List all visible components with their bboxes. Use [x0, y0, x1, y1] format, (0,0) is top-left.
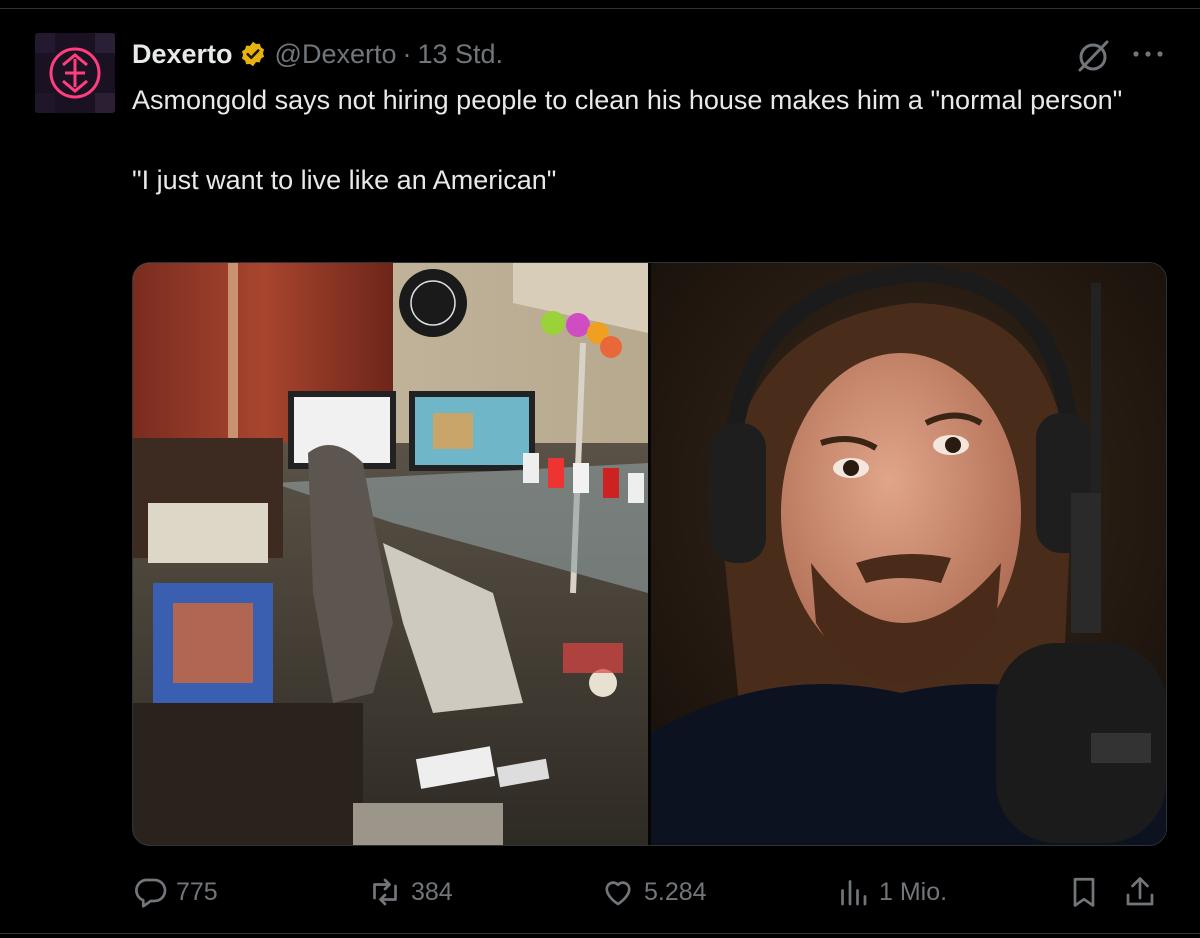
like-count: 5.284 — [644, 877, 707, 906]
tweet-header: Dexerto @Dexerto · 13 Std. — [132, 36, 503, 72]
reply-count: 775 — [176, 877, 218, 906]
tweet-timestamp[interactable]: 13 Std. — [418, 39, 504, 70]
bottom-divider — [0, 933, 1200, 934]
bookmark-button[interactable] — [1066, 870, 1110, 914]
views-icon — [841, 880, 867, 906]
author-handle[interactable]: @Dexerto — [275, 39, 397, 70]
photo-streamer[interactable] — [651, 263, 1166, 845]
grok-icon[interactable] — [1074, 38, 1112, 74]
tweet-text: Asmongold says not hiring people to clea… — [132, 80, 1172, 200]
bookmark-icon — [1073, 877, 1095, 907]
separator-dot: · — [402, 38, 412, 69]
reply-icon — [135, 878, 167, 908]
heart-icon — [605, 881, 631, 906]
dexerto-logo-icon — [35, 33, 115, 113]
author-avatar[interactable] — [35, 33, 115, 113]
like-button[interactable]: 5.284 — [600, 870, 707, 914]
tweet-text-quote: "I just want to live like an American" — [132, 165, 557, 195]
share-button[interactable] — [1122, 870, 1166, 914]
tweet-text-line: Asmongold says not hiring people to clea… — [132, 85, 1123, 115]
tweet-actions: 775 384 5.284 1 Mio. — [132, 870, 1172, 914]
repost-count: 384 — [411, 877, 453, 906]
tweet-media[interactable] — [132, 262, 1167, 846]
repost-icon — [373, 878, 397, 906]
author-name[interactable]: Dexerto — [132, 39, 233, 70]
views-button[interactable]: 1 Mio. — [835, 870, 947, 914]
more-icon[interactable] — [1130, 44, 1166, 64]
verified-badge-icon[interactable] — [239, 40, 267, 68]
repost-button[interactable]: 384 — [367, 870, 453, 914]
share-icon — [1126, 877, 1154, 906]
top-divider — [0, 8, 1200, 9]
reply-button[interactable]: 775 — [132, 870, 218, 914]
views-count: 1 Mio. — [879, 877, 948, 906]
photo-messy-room[interactable] — [133, 263, 648, 845]
